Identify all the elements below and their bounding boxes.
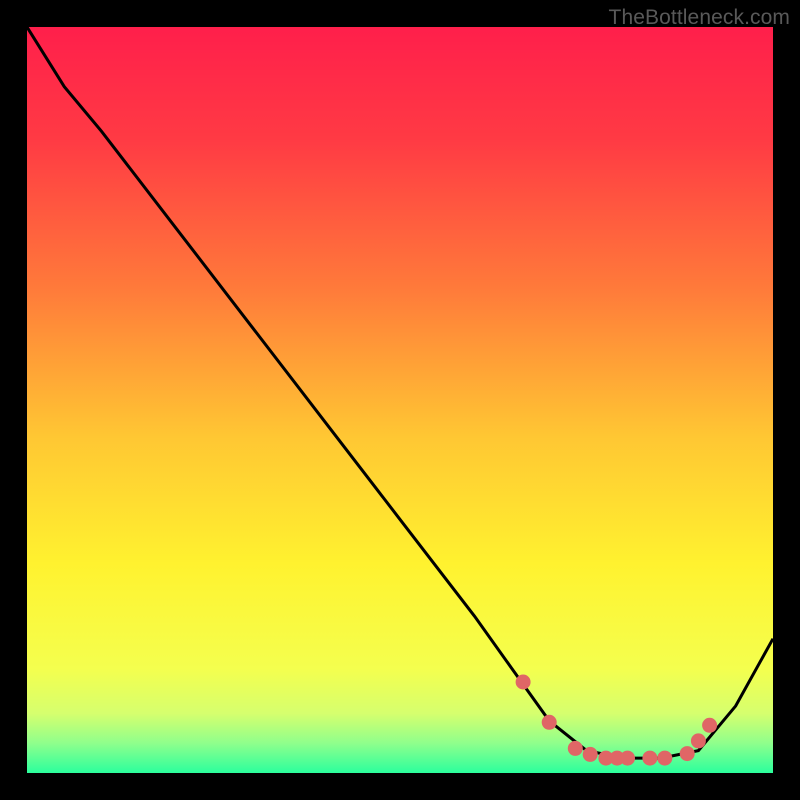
marker-dot — [620, 751, 635, 766]
chart-svg — [27, 27, 773, 773]
marker-dot — [657, 751, 672, 766]
marker-dot — [568, 741, 583, 756]
marker-dot — [542, 715, 557, 730]
marker-dot — [680, 746, 695, 761]
gradient-background — [27, 27, 773, 773]
marker-dot — [702, 718, 717, 733]
marker-dot — [583, 747, 598, 762]
plot-area — [27, 27, 773, 773]
marker-dot — [516, 675, 531, 690]
marker-dot — [642, 751, 657, 766]
marker-dot — [691, 733, 706, 748]
chart-frame: TheBottleneck.com — [0, 0, 800, 800]
